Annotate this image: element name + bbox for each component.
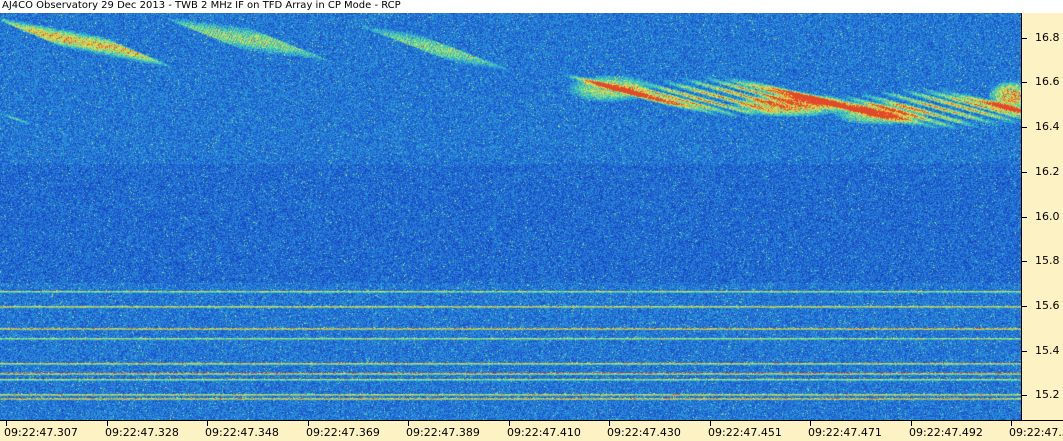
y-tick [1022, 306, 1027, 307]
y-tick [1022, 172, 1027, 173]
x-tick-label: 09:22:47.348 [205, 426, 279, 439]
y-tick-label: 16.2 [1035, 165, 1060, 178]
x-tick-label: 09:22:47.307 [4, 426, 78, 439]
y-tick-label: 15.4 [1035, 344, 1060, 357]
y-tick [1022, 82, 1027, 83]
x-tick-label: 09:22:47.451 [708, 426, 782, 439]
y-tick [1022, 127, 1027, 128]
x-tick-label: 09:22:47.512 [1009, 426, 1063, 439]
x-tick-label: 09:22:47.328 [105, 426, 179, 439]
y-tick [1022, 217, 1027, 218]
y-tick [1022, 395, 1027, 396]
window-title: AJ4CO Observatory 29 Dec 2013 - TWB 2 MH… [2, 0, 401, 11]
y-tick-label: 15.2 [1035, 388, 1060, 401]
y-tick-label: 16.6 [1035, 75, 1060, 88]
y-tick [1022, 261, 1027, 262]
x-tick-label: 09:22:47.471 [808, 426, 882, 439]
y-tick [1022, 351, 1027, 352]
y-tick-label: 15.8 [1035, 254, 1060, 267]
y-tick-label: 16.8 [1035, 31, 1060, 44]
y-tick-label: 16.0 [1035, 210, 1060, 223]
title-bar: AJ4CO Observatory 29 Dec 2013 - TWB 2 MH… [0, 0, 1063, 13]
time-axis: 09:22:47.307 09:22:47.328 09:22:47.348 09:2… [0, 420, 1063, 441]
spectrogram-heatmap[interactable] [0, 13, 1021, 420]
x-tick-label: 09:22:47.389 [406, 426, 480, 439]
x-tick-label: 09:22:47.430 [607, 426, 681, 439]
frequency-axis: 16.8 16.6 16.4 16.2 16.0 15.8 15.6 15.4 15.2 [1021, 13, 1063, 420]
y-tick [1022, 38, 1027, 39]
spectrogram-plot[interactable] [0, 13, 1021, 420]
x-tick-label: 09:22:47.369 [306, 426, 380, 439]
x-tick-label: 09:22:47.492 [909, 426, 983, 439]
x-tick-label: 09:22:47.410 [507, 426, 581, 439]
y-tick-label: 16.4 [1035, 120, 1060, 133]
y-tick-label: 15.6 [1035, 299, 1060, 312]
